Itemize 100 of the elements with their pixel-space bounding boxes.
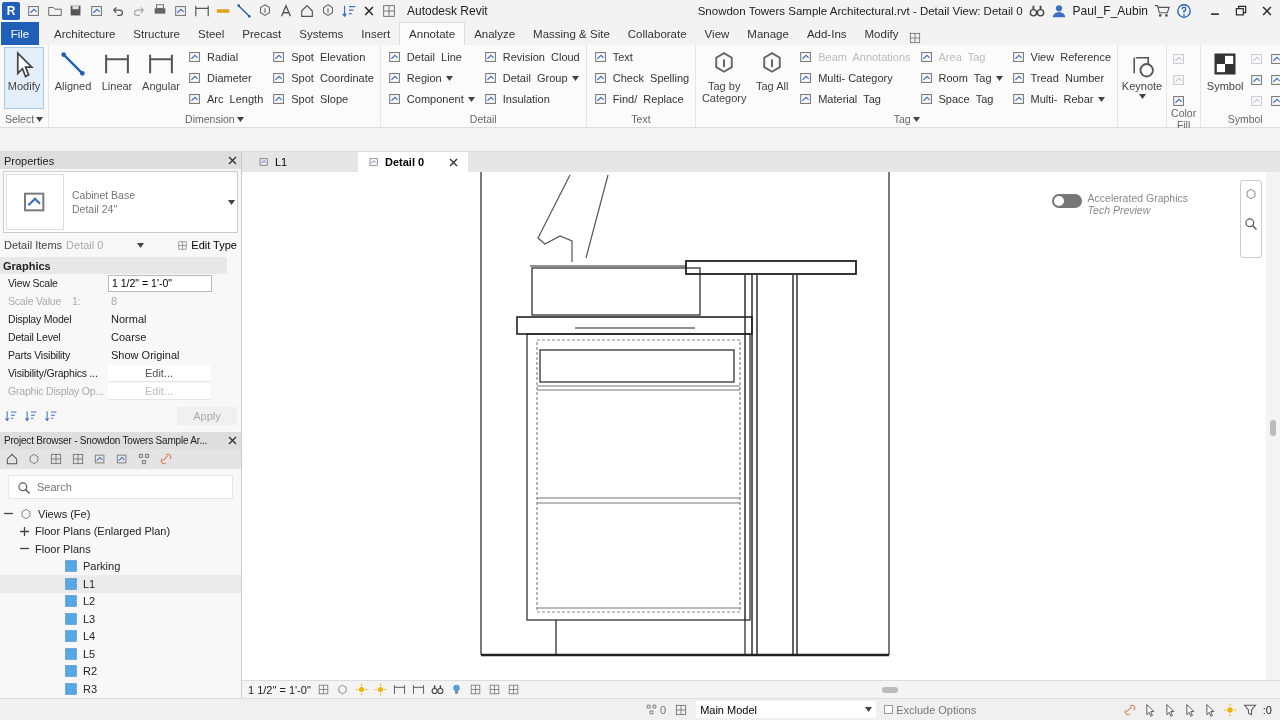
ribbon-button[interactable]: Radial [185, 47, 266, 67]
select-links-icon[interactable] [1122, 702, 1137, 717]
edit-button[interactable]: Edit... [108, 364, 210, 382]
filter-icon[interactable] [1242, 702, 1257, 717]
ribbon-button[interactable]: Region [384, 68, 477, 88]
document-tab[interactable]: L1 [248, 152, 358, 172]
panel-label[interactable]: Symbol [1227, 113, 1263, 125]
ribbon-tab[interactable]: Precast [233, 22, 291, 45]
sort-ascending-icon[interactable] [24, 409, 38, 423]
ribbon-button[interactable]: Linear [97, 47, 137, 109]
panel-label[interactable]: Select [4, 113, 35, 125]
ribbon-tab[interactable]: Steel [189, 22, 234, 45]
categorize-icon[interactable] [4, 409, 18, 423]
model-dropdown[interactable]: Main Model [696, 701, 877, 718]
ribbon-button[interactable]: Keynote [1122, 47, 1163, 109]
tree-item[interactable]: Floor Plans (Enlarged Plan) [0, 522, 241, 540]
ribbon-button[interactable]: Spot Slope [269, 89, 376, 109]
user-name[interactable]: Paul_F_Aubin [1072, 4, 1148, 18]
tree-item[interactable]: L4 [0, 627, 241, 645]
close-button[interactable] [228, 436, 237, 445]
ribbon-button[interactable]: Detail Group [480, 68, 582, 88]
glasses-icon[interactable] [430, 683, 444, 696]
measure-icon[interactable] [194, 3, 210, 19]
checkbox-label[interactable]: Exclude Options [896, 703, 977, 716]
ribbon-button[interactable]: Component [384, 89, 477, 109]
home-icon[interactable] [299, 3, 315, 19]
ribbon-button[interactable]: Modify [4, 47, 44, 109]
tag-icon[interactable] [257, 3, 273, 19]
ribbon-button[interactable]: View Reference [1008, 47, 1114, 67]
ribbon-button[interactable]: Revision Cloud [480, 47, 582, 67]
value-field[interactable]: 1 1/2" = 1'-0" [108, 274, 212, 292]
ribbon-button[interactable]: Arc Length [185, 89, 266, 109]
ribbon-tab[interactable]: Add-Ins [797, 22, 856, 45]
ribbon-button[interactable]: Angular [141, 47, 181, 109]
ribbon-tab[interactable]: Analyze [465, 22, 525, 45]
line-icon[interactable] [236, 3, 252, 19]
caret-icon[interactable] [236, 116, 244, 122]
tree-item[interactable]: L5 [0, 645, 241, 663]
ribbon-tab[interactable]: Structure [124, 22, 190, 45]
ribbon-button[interactable]: Insulation [480, 89, 582, 109]
ribbon-button[interactable]: Diameter [185, 68, 266, 88]
ribbon-button[interactable]: Tag All [752, 47, 793, 109]
instance-filter[interactable]: Detail Items Detail 0 [4, 239, 104, 251]
home-icon[interactable] [5, 452, 19, 466]
caret-icon[interactable] [912, 116, 920, 122]
ribbon-button[interactable]: Spot Elevation [269, 47, 376, 67]
ribbon-button[interactable]: Room Tag [916, 68, 1005, 88]
ribbon-tab[interactable]: Architecture [45, 22, 125, 45]
ribbon-button[interactable]: Space Tag [916, 89, 1005, 109]
text-icon[interactable] [278, 3, 294, 19]
app-logo[interactable]: R [2, 2, 20, 20]
tree-item[interactable]: Floor Plans [0, 540, 241, 558]
tree-item[interactable]: L2 [0, 592, 241, 610]
caret-icon[interactable] [136, 242, 144, 248]
search-field[interactable]: Search [9, 476, 232, 498]
user-icon[interactable] [1050, 3, 1067, 19]
panel-label[interactable]: Text [631, 113, 651, 125]
close-icon[interactable] [1260, 4, 1274, 18]
ribbon-button[interactable]: Symbol [1205, 47, 1246, 109]
tree-item[interactable]: R2 [0, 662, 241, 680]
tree-item[interactable]: R3 [0, 680, 241, 698]
panel-label[interactable]: Dimension [185, 113, 235, 125]
ribbon-button[interactable]: Multi- Category [796, 68, 913, 88]
help-icon[interactable] [1176, 3, 1192, 19]
checkbox[interactable] [884, 705, 894, 714]
file-menu-button[interactable]: File [1, 22, 39, 45]
ribbon-tab[interactable]: Modify [855, 22, 908, 45]
ribbon-button[interactable]: Aligned [53, 47, 93, 109]
tree-item[interactable]: L3 [0, 610, 241, 628]
ribbon-tab[interactable]: Insert [352, 22, 400, 45]
ribbon-tab[interactable]: Manage [738, 22, 798, 45]
ribbon-button[interactable]: Detail Line [384, 47, 477, 67]
ribbon-button[interactable]: Check Spelling [590, 68, 692, 88]
panel-label[interactable]: Tag [893, 113, 911, 125]
navigation-bar[interactable] [1240, 180, 1262, 258]
ribbon-button[interactable]: Multi- Rebar [1008, 89, 1114, 109]
close-views-icon[interactable] [362, 4, 376, 18]
tree-item[interactable]: Views (Fe) [0, 505, 241, 523]
document-tab[interactable]: Detail 0 [358, 152, 468, 172]
ribbon-button[interactable]: Find/ Replace [590, 89, 692, 109]
restore-icon[interactable] [1234, 4, 1248, 18]
type-selector[interactable]: Cabinet Base Detail 24" [3, 171, 238, 233]
scrollbar[interactable] [1266, 172, 1280, 680]
cart-icon[interactable] [1154, 3, 1170, 19]
tree-item[interactable]: Parking [0, 557, 241, 575]
caret-icon[interactable] [36, 116, 44, 122]
panel-label[interactable]: Detail [469, 113, 497, 125]
close-button[interactable] [228, 156, 237, 165]
ribbon-tab[interactable]: View [695, 22, 739, 45]
ribbon-tab[interactable]: Annotate [399, 22, 466, 45]
ribbon-button[interactable]: Material Tag [796, 89, 913, 109]
ribbon-button[interactable]: Text [590, 47, 692, 67]
tree-item[interactable]: L1 [0, 575, 241, 593]
ribbon-tab[interactable]: Massing & Site [524, 22, 619, 45]
sort-descending-icon[interactable] [44, 409, 58, 423]
ribbon-tab[interactable]: Systems [290, 22, 353, 45]
link-icon[interactable] [159, 452, 173, 466]
ribbon-button[interactable]: Spot Coordinate [269, 68, 376, 88]
ribbon-button[interactable]: Tread Number [1008, 68, 1114, 88]
view-scale[interactable]: 1 1/2" = 1'-0" [248, 683, 311, 696]
